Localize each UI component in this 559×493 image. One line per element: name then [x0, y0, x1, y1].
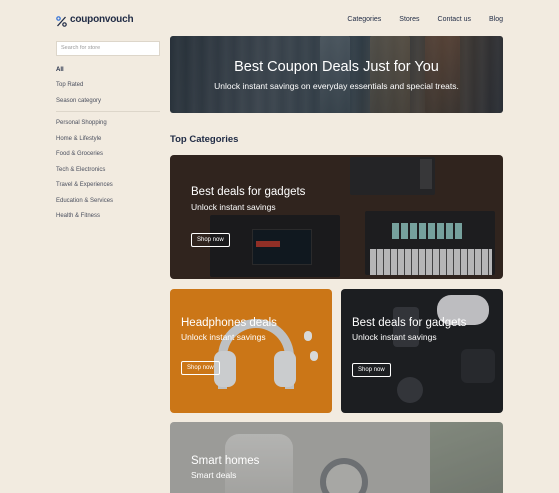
category-personal-shopping[interactable]: Personal Shopping: [56, 116, 160, 132]
nav-stores[interactable]: Stores: [399, 16, 419, 23]
hero-subtitle: Unlock instant savings on everyday essen…: [214, 81, 459, 91]
category-food-groceries[interactable]: Food & Groceries: [56, 147, 160, 163]
category-card-smart-homes[interactable]: Smart homes Smart deals: [170, 422, 503, 493]
card-overlay: [341, 289, 503, 413]
card-title: Smart homes: [191, 455, 260, 467]
shop-now-button[interactable]: Shop now: [191, 233, 230, 247]
card-title: Best deals for gadgets: [191, 186, 306, 198]
card-title: Best deals for gadgets: [352, 317, 467, 329]
category-travel-experiences[interactable]: Travel & Experiences: [56, 178, 160, 194]
card-overlay: [170, 289, 332, 413]
site-header: couponvouch Categories Stores Contact us…: [0, 0, 559, 36]
hero-banner: Best Coupon Deals Just for You Unlock in…: [170, 36, 503, 113]
hero-title: Best Coupon Deals Just for You: [234, 59, 439, 75]
category-list: Personal Shopping Home & Lifestyle Food …: [56, 116, 160, 225]
sidebar: All Top Rated Season category Personal S…: [56, 36, 160, 225]
category-card-headphones[interactable]: Headphones deals Unlock instant savings …: [170, 289, 332, 413]
sidebar-divider: [56, 111, 160, 112]
store-search-input[interactable]: [56, 40, 160, 56]
category-card-gadgets[interactable]: Best deals for gadgets Unlock instant sa…: [170, 155, 503, 279]
card-subtitle: Smart deals: [191, 470, 237, 480]
filter-top-rated[interactable]: Top Rated: [56, 78, 160, 94]
category-tech-electronics[interactable]: Tech & Electronics: [56, 163, 160, 179]
nav-categories[interactable]: Categories: [347, 16, 381, 23]
category-home-lifestyle[interactable]: Home & Lifestyle: [56, 132, 160, 148]
card-title: Headphones deals: [181, 317, 277, 329]
card-overlay: [170, 155, 503, 279]
main-nav: Categories Stores Contact us Blog: [347, 16, 503, 23]
filter-all[interactable]: All: [56, 63, 160, 79]
category-health-fitness[interactable]: Health & Fitness: [56, 209, 160, 225]
card-subtitle: Unlock instant savings: [181, 332, 266, 342]
filter-list: All Top Rated Season category: [56, 63, 160, 110]
category-education-services[interactable]: Education & Services: [56, 194, 160, 210]
card-subtitle: Unlock instant savings: [191, 202, 276, 212]
card-subtitle: Unlock instant savings: [352, 332, 437, 342]
nav-blog[interactable]: Blog: [489, 16, 503, 23]
filter-season-category[interactable]: Season category: [56, 94, 160, 110]
logo-text: couponvouch: [70, 14, 134, 25]
section-title: Top Categories: [170, 134, 239, 145]
percent-logo-icon: [56, 14, 67, 27]
shop-now-button[interactable]: Shop now: [181, 361, 220, 375]
logo[interactable]: couponvouch: [56, 14, 134, 27]
category-card-gadgets-2[interactable]: Best deals for gadgets Unlock instant sa…: [341, 289, 503, 413]
nav-contact[interactable]: Contact us: [438, 16, 471, 23]
shop-now-button[interactable]: Shop now: [352, 363, 391, 377]
